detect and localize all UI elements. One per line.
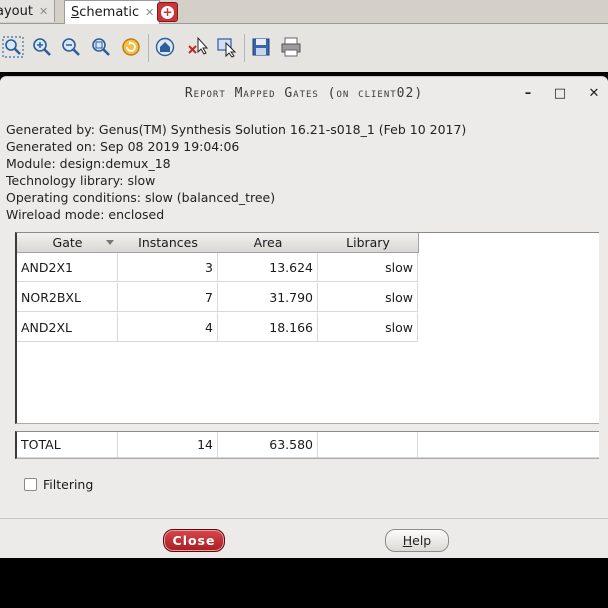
- help-button[interactable]: Help: [385, 529, 449, 552]
- total-label: TOTAL: [17, 432, 118, 458]
- zoom-fit-icon[interactable]: [2, 36, 24, 58]
- gates-table: Gate Instances Area Library AND2X1 3 13.…: [15, 232, 599, 424]
- tab-layout[interactable]: ayout ✕: [0, 0, 55, 22]
- cell-instances: 7: [118, 283, 218, 312]
- toolbar: [0, 24, 608, 72]
- select-delete-icon[interactable]: [187, 36, 209, 58]
- module-name: Module: design:demux_18: [6, 156, 171, 171]
- cell-area: 31.790: [218, 283, 318, 312]
- save-icon[interactable]: [250, 36, 272, 58]
- dialog-title: Report Mapped Gates (on client02): [184, 86, 424, 101]
- close-icon[interactable]: ✕: [145, 6, 154, 19]
- cell-area: 18.166: [218, 313, 318, 342]
- tab-schematic[interactable]: Schematic ✕: [64, 0, 160, 24]
- generated-by: Generated by: Genus(TM) Synthesis Soluti…: [6, 122, 467, 137]
- filtering-label: Filtering: [43, 477, 94, 492]
- close-icon[interactable]: ✕: [39, 5, 48, 18]
- print-icon[interactable]: [280, 36, 302, 58]
- add-tab-button[interactable]: +: [157, 2, 178, 22]
- column-header-instances[interactable]: Instances: [118, 233, 219, 253]
- total-filler: [418, 432, 599, 458]
- filtering-checkbox[interactable]: Filtering: [24, 477, 93, 492]
- table-row[interactable]: AND2X1 3 13.624 slow: [17, 253, 418, 283]
- total-instances: 14: [118, 432, 218, 458]
- column-header-gate[interactable]: Gate: [17, 233, 119, 253]
- cell-gate: AND2X1: [17, 253, 118, 282]
- divider: [0, 518, 608, 519]
- technology-library: Technology library: slow: [6, 173, 156, 188]
- column-header-area[interactable]: Area: [218, 233, 319, 253]
- help-label-rest: elp: [412, 533, 432, 548]
- checkbox-icon[interactable]: [24, 478, 37, 491]
- total-area: 63.580: [218, 432, 318, 458]
- operating-conditions: Operating conditions: slow (balanced_tre…: [6, 190, 276, 205]
- zoom-in-icon[interactable]: [31, 36, 53, 58]
- window-close-button[interactable]: ✕: [585, 85, 603, 103]
- home-icon[interactable]: [154, 36, 176, 58]
- cell-library: slow: [318, 253, 418, 282]
- wireload-mode: Wireload mode: enclosed: [6, 207, 165, 222]
- zoom-area-icon[interactable]: [90, 36, 112, 58]
- plus-icon: +: [161, 4, 174, 19]
- table-row[interactable]: AND2XL 4 18.166 slow: [17, 313, 418, 343]
- cell-gate: AND2XL: [17, 313, 118, 342]
- tab-schematic-label: Schematic: [71, 5, 140, 20]
- dialog-titlebar[interactable]: Report Mapped Gates (on client02) – □ ✕: [0, 77, 608, 111]
- zoom-out-icon[interactable]: [60, 36, 82, 58]
- cell-library: slow: [318, 313, 418, 342]
- refresh-icon[interactable]: [120, 36, 142, 58]
- cell-gate: NOR2BXL: [17, 283, 118, 312]
- minimize-button[interactable]: –: [519, 85, 537, 103]
- select-move-icon[interactable]: [216, 36, 238, 58]
- totals-row: TOTAL 14 63.580: [15, 431, 599, 459]
- cell-library: slow: [318, 283, 418, 312]
- report-dialog: Report Mapped Gates (on client02) – □ ✕ …: [0, 76, 608, 558]
- column-header-library[interactable]: Library: [318, 233, 419, 253]
- report-info: Generated by: Genus(TM) Synthesis Soluti…: [6, 121, 466, 223]
- cell-instances: 3: [118, 253, 218, 282]
- close-button[interactable]: Close: [163, 529, 225, 552]
- sort-arrow-icon: [106, 240, 114, 245]
- total-library: [318, 432, 418, 458]
- maximize-button[interactable]: □: [551, 85, 569, 103]
- help-label-mnemonic: H: [402, 533, 413, 548]
- table-row[interactable]: NOR2BXL 7 31.790 slow: [17, 283, 418, 313]
- cell-area: 13.624: [218, 253, 318, 282]
- tab-bar: ayout ✕ Schematic ✕ +: [0, 0, 608, 24]
- generated-on: Generated on: Sep 08 2019 19:04:06: [6, 139, 240, 154]
- tab-layout-label: ayout: [0, 3, 33, 19]
- cell-instances: 4: [118, 313, 218, 342]
